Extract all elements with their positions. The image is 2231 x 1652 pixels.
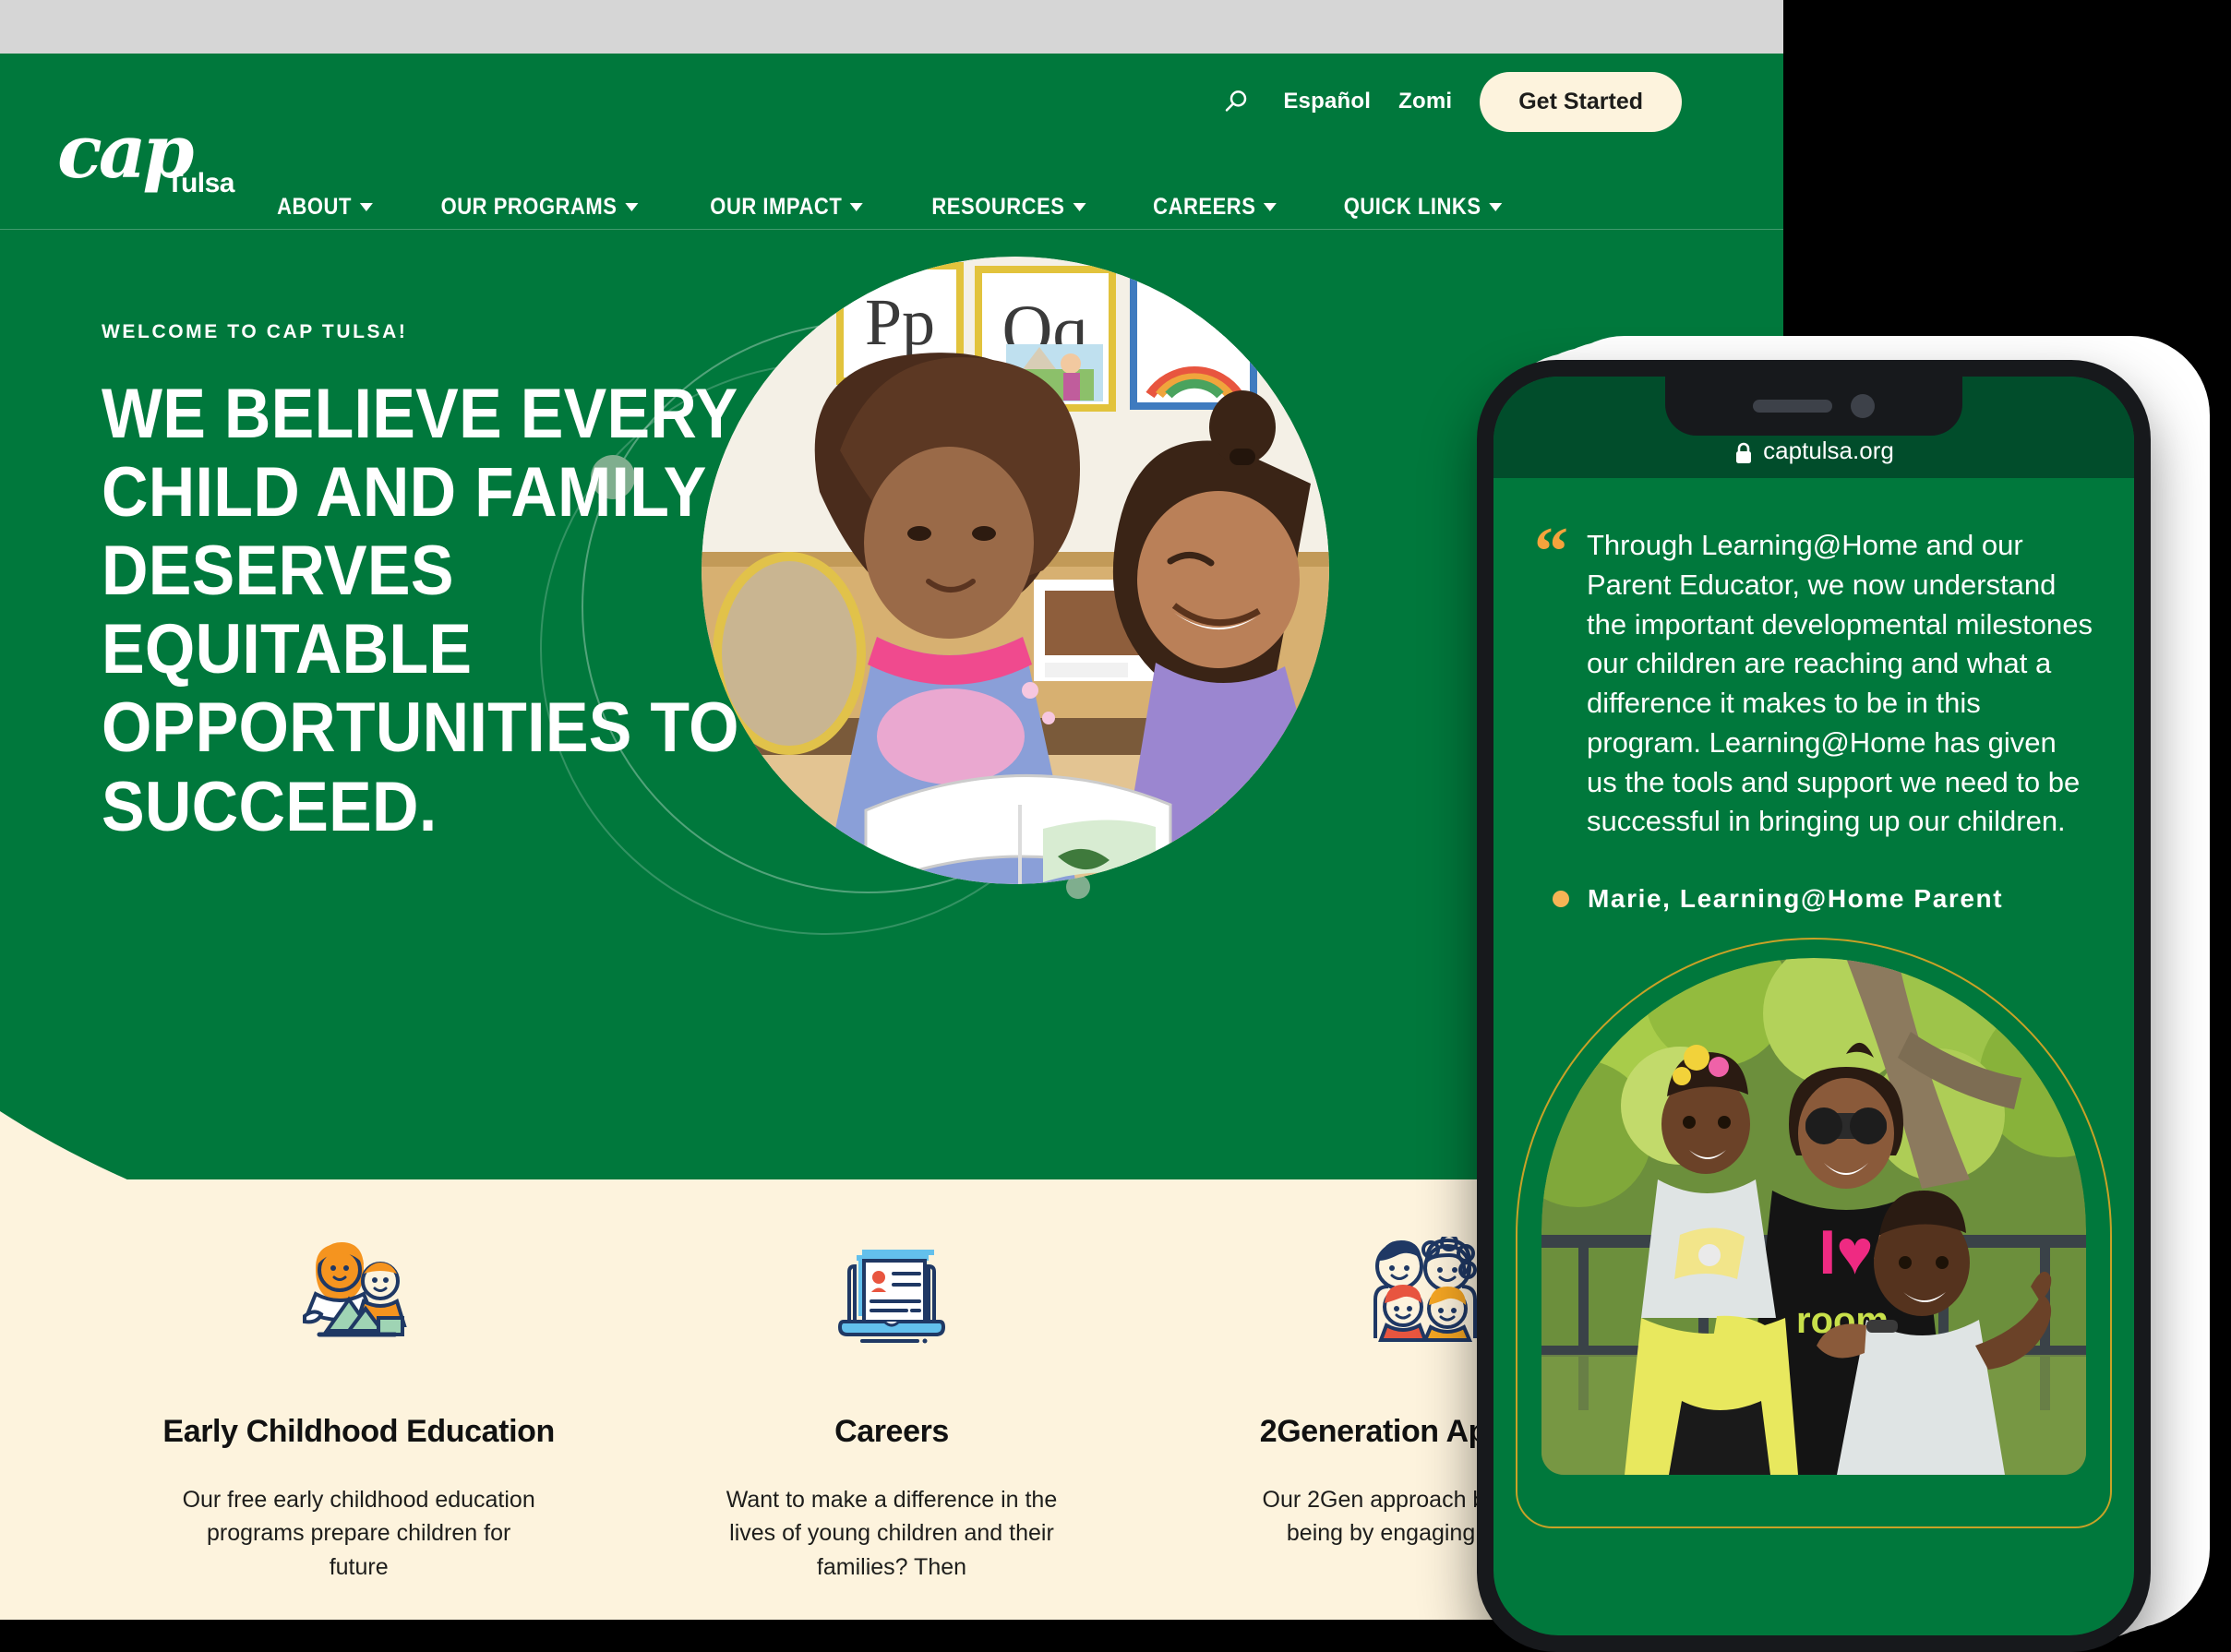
nav-label: ABOUT <box>276 194 352 220</box>
language-link-zomi[interactable]: Zomi <box>1398 89 1452 114</box>
get-started-button[interactable]: Get Started <box>1480 71 1682 132</box>
bullet-dot-icon <box>1553 891 1569 908</box>
card-title: Careers <box>834 1414 949 1449</box>
nav-item-about[interactable]: ABOUT <box>256 185 394 230</box>
testimonial-quote-text: Through Learning@Home and our Parent Edu… <box>1587 529 2093 838</box>
phone-screen: captulsa.org “ Through Learning@Home and… <box>1493 377 2134 1635</box>
browser-chrome-bar <box>0 0 1783 54</box>
phone-notch <box>1665 377 1962 436</box>
nav-label: RESOURCES <box>931 194 1065 220</box>
hero-text-block: WELCOME TO CAP TULSA! WE BELIEVE EVERY C… <box>102 321 803 846</box>
svg-text:Pp: Pp <box>865 285 935 359</box>
chevron-down-icon <box>624 203 638 211</box>
chevron-down-icon <box>359 203 373 211</box>
attribution-name: Marie, Learning@Home Parent <box>1588 884 2004 914</box>
notch-camera-icon <box>1851 394 1875 418</box>
chevron-down-icon <box>849 203 863 211</box>
search-button[interactable] <box>1217 82 1255 121</box>
card-body: Our free early childhood education progr… <box>182 1487 535 1580</box>
feature-card-careers[interactable]: Careers Want to make a difference in the… <box>625 1179 1157 1620</box>
phone-photo: I♥ room <box>1541 958 2086 1476</box>
nav-label: OUR PROGRAMS <box>440 194 618 220</box>
nav-item-quick-links[interactable]: QUICK LINKS <box>1323 185 1523 230</box>
phone-body: captulsa.org “ Through Learning@Home and… <box>1477 360 2151 1652</box>
phone-content: “ Through Learning@Home and our Parent E… <box>1493 478 2134 1529</box>
language-link-espanol[interactable]: Español <box>1283 89 1371 114</box>
nav-item-our-impact[interactable]: OUR IMPACT <box>689 185 884 230</box>
nav-item-resources[interactable]: RESOURCES <box>910 185 1107 230</box>
hero-eyebrow: WELCOME TO CAP TULSA! <box>102 321 408 342</box>
feature-card-early-childhood-education[interactable]: Early Childhood Education Our free early… <box>92 1179 625 1620</box>
nav-label: CAREERS <box>1152 194 1256 220</box>
chevron-down-icon <box>1489 203 1503 211</box>
nav-item-our-programs[interactable]: OUR PROGRAMS <box>419 185 659 230</box>
testimonial-quote-row: “ Through Learning@Home and our Parent E… <box>1534 514 2093 842</box>
main-navigation: ABOUT OUR PROGRAMS OUR IMPACT RESOURCES … <box>0 185 1783 230</box>
nav-label: QUICK LINKS <box>1343 194 1481 220</box>
utility-bar: Español Zomi Get Started <box>0 65 1783 138</box>
laptop-resume-icon <box>818 1237 966 1347</box>
card-body: Want to make a difference in the lives o… <box>726 1487 1058 1580</box>
testimonial-attribution: Marie, Learning@Home Parent <box>1534 884 2093 914</box>
notch-speaker <box>1753 400 1832 413</box>
search-icon <box>1226 90 1247 112</box>
hero-headline: WE BELIEVE EVERY CHILD AND FAMILY DESERV… <box>102 375 739 846</box>
svg-text:I♥: I♥ <box>1818 1217 1873 1287</box>
phone-url-text: captulsa.org <box>1763 437 1894 464</box>
teacher-and-child-icon <box>271 1237 447 1347</box>
phone-photo-group: I♥ room <box>1516 938 2112 1529</box>
chevron-down-icon <box>1073 203 1086 211</box>
card-title: Early Childhood Education <box>162 1414 555 1449</box>
nav-label: OUR IMPACT <box>709 194 842 220</box>
quote-mark-icon: “ <box>1534 514 1568 590</box>
chevron-down-icon <box>1263 203 1277 211</box>
nav-item-careers[interactable]: CAREERS <box>1132 185 1298 230</box>
lock-icon <box>1736 442 1752 463</box>
